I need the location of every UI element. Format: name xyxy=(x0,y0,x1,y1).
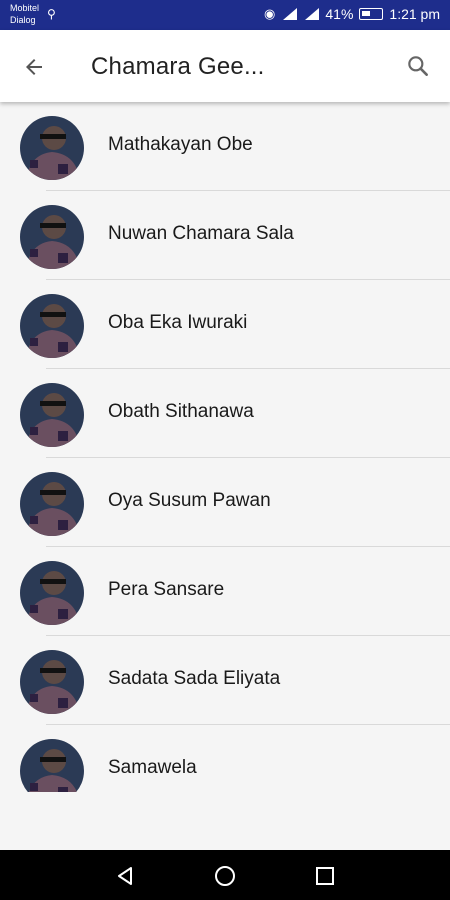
search-icon xyxy=(408,56,428,76)
song-title: Oba Eka Iwuraki xyxy=(108,312,248,333)
status-right: ◉ 41% 1:21 pm xyxy=(264,6,440,22)
avatar xyxy=(20,294,84,358)
nav-back-icon xyxy=(118,867,132,885)
battery-icon xyxy=(359,8,384,20)
nav-home-button[interactable] xyxy=(212,863,238,889)
nav-recents-icon xyxy=(316,867,334,885)
list-item[interactable]: Oya Susum Pawan xyxy=(0,458,450,547)
avatar xyxy=(20,205,84,269)
song-title: Obath Sithanawa xyxy=(108,401,254,422)
navigation-bar xyxy=(0,850,450,900)
list-item[interactable]: Pera Sansare xyxy=(0,547,450,636)
list-item[interactable]: Mathakayan Obe xyxy=(0,102,450,191)
song-title: Pera Sansare xyxy=(108,579,225,600)
nav-back-button[interactable] xyxy=(112,863,138,889)
song-title: Sadata Sada Eliyata xyxy=(108,668,281,689)
search-button[interactable] xyxy=(400,48,436,84)
carrier-2: Dialog xyxy=(10,15,36,25)
avatar xyxy=(20,561,84,625)
list-item[interactable]: Samawela xyxy=(0,725,450,792)
song-title: Mathakayan Obe xyxy=(108,134,253,155)
avatar xyxy=(20,472,84,536)
nav-recents-button[interactable] xyxy=(312,863,338,889)
list-item[interactable]: Nuwan Chamara Sala xyxy=(0,191,450,280)
eye-icon: ◉ xyxy=(264,6,276,21)
arrow-back-icon xyxy=(26,59,42,75)
avatar xyxy=(20,739,84,792)
status-bar: Mobitel Dialog ⚲ ◉ 41% 1:21 pm xyxy=(0,0,450,30)
list-item[interactable]: Sadata Sada Eliyata xyxy=(0,636,450,725)
song-list: Mathakayan Obe Nuwan Chamara Sala Oba Ek… xyxy=(0,102,450,792)
battery-percent: 41% xyxy=(325,6,354,22)
song-title: Samawela xyxy=(108,757,197,778)
avatar xyxy=(20,650,84,714)
nav-home-icon xyxy=(215,866,235,886)
list-item[interactable]: Oba Eka Iwuraki xyxy=(0,280,450,369)
carrier-info: Mobitel Dialog xyxy=(10,2,39,26)
signal-icon-2 xyxy=(303,8,320,20)
signal-icon xyxy=(281,8,298,20)
clock: 1:21 pm xyxy=(389,6,440,22)
page-title: Chamara Gee... xyxy=(91,53,265,80)
list-item[interactable]: Obath Sithanawa xyxy=(0,369,450,458)
back-button[interactable] xyxy=(16,49,52,85)
carrier-1: Mobitel xyxy=(10,3,40,13)
app-bar: Chamara Gee... xyxy=(0,30,450,102)
avatar xyxy=(20,116,84,180)
usb-icon: ⚲ xyxy=(47,7,56,21)
song-title: Nuwan Chamara Sala xyxy=(108,223,294,244)
avatar xyxy=(20,383,84,447)
song-title: Oya Susum Pawan xyxy=(108,490,271,511)
